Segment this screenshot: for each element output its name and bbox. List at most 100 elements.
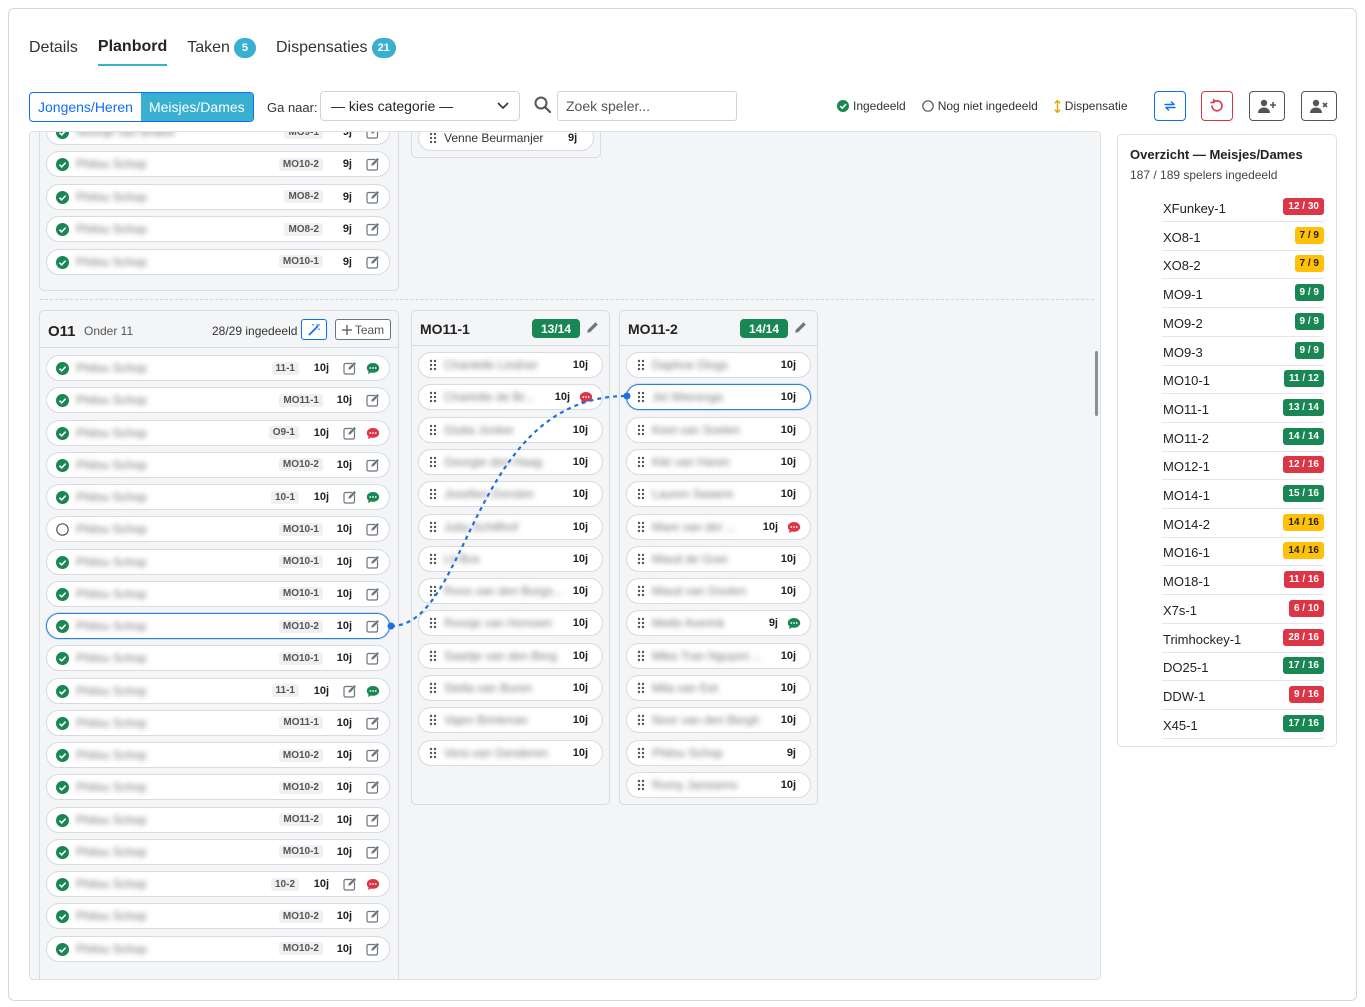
overview-team-name: MO11-1 [1163,401,1209,417]
check-circle-icon [837,100,849,112]
planning-board[interactable]: Noortje van Brakel MO9-1 9j Philou Schop MO1… [29,131,1101,980]
overview-team-count: 7 / 9 [1294,226,1324,244]
overview-team-row[interactable]: XO8-1 7 / 9 [1162,222,1324,251]
overview-team-row[interactable]: XO8-2 7 / 9 [1162,250,1324,280]
overview-team-count: 15 / 16 [1283,485,1324,502]
legend-label: Ingedeeld [853,99,906,113]
person-x-icon [1310,99,1328,113]
gender-option-meisjes[interactable]: Meisjes/Dames [140,93,253,121]
tab-label: Taken [187,39,230,56]
overview-team-count: 12 / 30 [1283,198,1324,215]
overview-team-name: DDW-1 [1163,688,1206,704]
overview-team-name: MO9-1 [1163,287,1203,303]
overview-team-count: 17 / 16 [1283,657,1324,675]
overview-team-name: XO8-2 [1163,258,1201,274]
overview-team-count: 17 / 16 [1283,714,1324,732]
overview-team-name: X45-1 [1163,717,1198,733]
overview-team-row[interactable]: XFunkey-1 12 / 30 [1162,193,1324,222]
overview-team-row[interactable]: DDW-1 9 / 16 [1162,681,1324,710]
goto-label: Ga naar: [267,100,318,115]
overview-team-row[interactable]: MO12-1 12 / 16 [1162,451,1324,481]
overview-team-row[interactable]: MO9-1 9 / 9 [1162,279,1324,309]
overview-team-row[interactable]: MO11-1 13 / 14 [1162,394,1324,423]
overview-team-name: MO12-1 [1163,459,1210,475]
scrollbar[interactable] [1095,351,1098,416]
overview-team-name: DO25-1 [1163,660,1209,676]
tab-count-badge: 5 [233,38,256,58]
overview-team-row[interactable]: MO9-2 9 / 9 [1162,308,1324,337]
arrows-vertical-icon [1054,99,1061,113]
overview-team-row[interactable]: X7s-1 6 / 10 [1162,595,1324,624]
overview-team-row[interactable]: MO9-3 9 / 9 [1162,337,1324,366]
overview-team-name: X7s-1 [1163,602,1197,618]
overview-team-row[interactable]: DO25-1 17 / 16 [1162,652,1324,682]
search-icon [534,96,552,114]
legend-label: Dispensatie [1064,99,1128,113]
overview-team-row[interactable]: MO14-2 14 / 16 [1162,509,1324,538]
overview-team-name: MO16-1 [1163,545,1210,561]
overview-team-row[interactable]: Trimhockey-1 28 / 16 [1162,624,1324,653]
sync-button[interactable] [1154,91,1186,121]
overview-team-count: 7 / 9 [1294,255,1324,273]
sync-icon [1164,101,1176,111]
overview-team-row[interactable]: MO10-1 11 / 12 [1162,365,1324,395]
overview-team-name: MO9-2 [1163,315,1203,331]
remove-person-button[interactable] [1301,91,1337,121]
overview-team-name: MO11-2 [1163,430,1209,446]
legend-dispensatie: Dispensatie [1054,99,1128,113]
overview-team-count: 14 / 16 [1283,513,1324,531]
tab-dispensaties[interactable]: Dispensaties 21 [276,38,396,66]
legend-ingedeeld: Ingedeeld [837,99,906,113]
legend-label: Nog niet ingedeeld [937,99,1038,113]
overview-team-count: 14 / 14 [1283,427,1324,445]
undo-icon [1210,98,1223,112]
legend-niet-ingedeeld: Nog niet ingedeeld [921,99,1038,113]
overview-team-name: XFunkey-1 [1163,201,1226,216]
tab-label: Planbord [97,38,168,55]
overview-panel: Overzicht — Meisjes/Dames 187 / 189 spel… [1117,134,1337,747]
add-person-button[interactable] [1249,91,1285,121]
category-select[interactable]: — kies categorie — [320,91,520,121]
legend: Ingedeeld Nog niet ingedeeld Dispensatie [837,99,1128,113]
category-select-value: — kies categorie — [331,98,454,114]
undo-button[interactable] [1201,91,1233,121]
tab-bar: Details Planbord Taken 5 Dispensaties 21 [29,38,396,66]
search-input[interactable] [557,91,737,121]
overview-team-name: Trimhockey-1 [1163,631,1242,647]
overview-team-name: MO18-1 [1163,574,1210,590]
overview-team-count: 14 / 16 [1283,542,1324,560]
person-add-icon [1258,99,1276,113]
tab-planbord[interactable]: Planbord [97,38,168,66]
overview-team-row[interactable]: MO14-1 15 / 16 [1162,480,1324,509]
overview-team-count: 6 / 10 [1288,599,1324,617]
overview-team-row[interactable]: X45-1 17 / 16 [1162,710,1324,739]
tab-taken[interactable]: Taken 5 [187,38,256,66]
overview-team-count: 28 / 16 [1283,628,1324,646]
overview-team-row[interactable]: MO18-1 11 / 16 [1162,566,1324,596]
overview-team-name: MO9-3 [1163,344,1203,360]
gender-option-jongens[interactable]: Jongens/Heren [30,93,141,121]
empty-circle-icon [921,100,934,112]
tab-details[interactable]: Details [29,39,78,65]
overview-team-name: MO10-1 [1163,373,1210,389]
tab-label: Dispensaties [275,39,368,56]
overview-team-count: 9 / 9 [1294,312,1324,330]
tab-label: Details [29,39,78,56]
chevron-down-icon [497,102,509,110]
overview-team-name: MO14-2 [1163,516,1210,532]
toolbar: Jongens/Heren Meisjes/Dames Ga naar: — k… [29,91,1338,123]
overview-subtitle: 187 / 189 spelers ingedeeld [1130,168,1278,182]
overview-title: Overzicht — Meisjes/Dames [1130,147,1303,162]
drag-connector [387,392,631,630]
overview-team-row[interactable]: MO16-1 14 / 16 [1162,537,1324,567]
tab-count-badge: 21 [371,38,396,58]
overview-team-count: 11 / 16 [1283,571,1324,589]
overview-team-count: 9 / 16 [1288,685,1324,703]
overview-team-count: 13 / 14 [1283,398,1324,416]
overview-team-name: MO14-1 [1163,488,1210,503]
overview-team-count: 11 / 12 [1283,370,1324,388]
overview-team-count: 9 / 9 [1294,341,1324,359]
overview-team-row[interactable]: MO11-2 14 / 14 [1162,423,1324,452]
gender-toggle: Jongens/Heren Meisjes/Dames [29,92,254,122]
overview-team-count: 12 / 16 [1283,456,1324,474]
